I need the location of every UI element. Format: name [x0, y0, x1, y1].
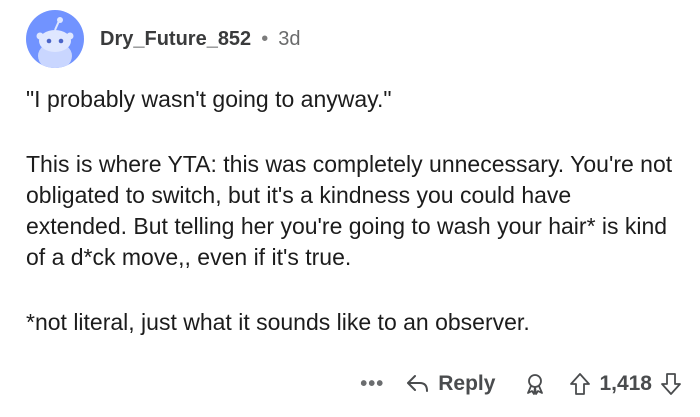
vote-score: 1,418: [599, 372, 652, 395]
snoo-avatar-icon: [36, 17, 74, 68]
comment-paragraph: This is where YTA: this was completely u…: [26, 151, 673, 270]
vote-control: 1,418: [569, 372, 682, 396]
comment-actions: ••• Reply 1,418: [360, 372, 682, 396]
comment-age: 3d: [278, 27, 301, 50]
more-options-button[interactable]: •••: [360, 373, 384, 396]
username[interactable]: Dry_Future_852: [100, 28, 251, 51]
comment-body: "I probably wasn't going to anyway." Thi…: [26, 84, 676, 338]
comment-quote: "I probably wasn't going to anyway.": [26, 86, 392, 112]
reply-button[interactable]: Reply: [406, 372, 495, 396]
comment-footnote: *not literal, just what it sounds like t…: [26, 309, 530, 335]
downvote-arrow-icon[interactable]: [660, 372, 682, 396]
comment-header: Dry_Future_852 • 3d: [26, 10, 300, 68]
meta-separator: •: [261, 27, 269, 50]
award-button[interactable]: [523, 372, 547, 396]
comment-meta: Dry_Future_852 • 3d: [100, 28, 300, 51]
award-icon: [527, 374, 544, 395]
upvote-arrow-icon[interactable]: [569, 372, 591, 396]
reply-label: Reply: [438, 372, 496, 395]
reply-arrow-icon: [407, 375, 429, 392]
avatar[interactable]: [26, 10, 84, 68]
